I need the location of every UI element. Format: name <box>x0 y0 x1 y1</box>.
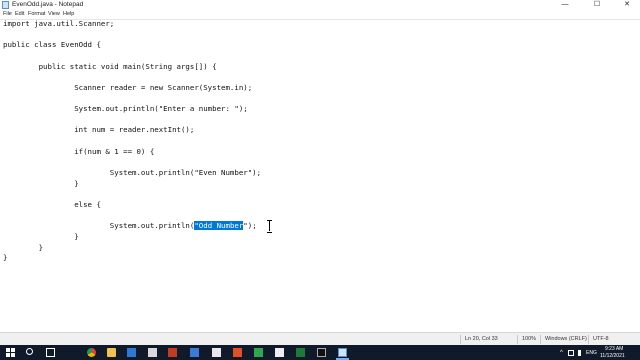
code-line-5: System.out.println("Enter a number: "); <box>3 104 248 113</box>
app-icon[interactable] <box>212 348 221 357</box>
menu-edit[interactable]: Edit <box>15 10 24 19</box>
menu-bar: File Edit Format View Help <box>0 10 640 19</box>
code-line-8: System.out.println("Even Number"); <box>3 168 262 177</box>
code-line-14: } <box>3 253 8 262</box>
clock-time[interactable]: 9:23 AM <box>605 346 623 352</box>
search-icon[interactable] <box>26 348 33 355</box>
file-explorer-icon[interactable] <box>107 348 116 357</box>
close-button[interactable]: ✕ <box>614 0 640 10</box>
menu-help[interactable]: Help <box>63 10 74 19</box>
text-cursor-icon <box>267 220 272 233</box>
menu-view[interactable]: View <box>48 10 60 19</box>
app-icon[interactable] <box>296 348 305 357</box>
maximize-button[interactable]: ☐ <box>584 0 610 10</box>
edge-icon[interactable] <box>127 348 136 357</box>
language-indicator[interactable]: ENG <box>586 350 597 356</box>
code-line-12: } <box>3 232 79 241</box>
terminal-icon[interactable] <box>317 348 326 357</box>
windows-start-icon[interactable] <box>6 348 15 357</box>
code-line-9: } <box>3 179 79 188</box>
title-bar: EvenOdd.java - Notepad — ☐ ✕ <box>0 0 640 10</box>
tray-chevron-icon[interactable]: ^ <box>560 350 563 356</box>
task-view-icon[interactable] <box>46 348 55 357</box>
code-line-11-prefix: System.out.println( <box>3 221 195 230</box>
taskbar: ^ ENG 9:23 AM 11/12/2021 <box>0 345 640 360</box>
selected-text[interactable]: "Odd Number <box>194 221 244 230</box>
app-icon[interactable] <box>190 348 199 357</box>
app-icon[interactable] <box>275 348 284 357</box>
app-icon[interactable] <box>168 348 177 357</box>
clock-date[interactable]: 11/12/2021 <box>600 353 625 359</box>
status-separator <box>517 335 518 344</box>
status-separator <box>460 335 461 344</box>
window-title: EvenOdd.java - Notepad <box>12 1 84 8</box>
code-line-11-suffix: "); <box>243 221 257 230</box>
app-icon[interactable] <box>254 348 263 357</box>
code-line-4: Scanner reader = new Scanner(System.in); <box>3 83 253 92</box>
code-line-10: else { <box>3 200 101 209</box>
volume-icon[interactable] <box>578 350 584 356</box>
network-icon[interactable] <box>568 350 574 356</box>
app-icon[interactable] <box>233 348 242 357</box>
status-separator <box>588 335 589 344</box>
minimize-button[interactable]: — <box>552 0 578 10</box>
code-line-11: System.out.println("Odd Number"); <box>3 221 257 231</box>
code-line-6: int num = reader.nextInt(); <box>3 125 195 134</box>
menu-file[interactable]: File <box>3 10 12 19</box>
code-line-13: } <box>3 243 44 252</box>
text-editor[interactable]: import java.util.Scanner; public class E… <box>0 19 640 332</box>
code-line-2: public class EvenOdd { <box>3 40 101 49</box>
notepad-app-icon <box>2 1 9 9</box>
code-line-7: if(num & 1 == 0) { <box>3 147 155 156</box>
chrome-icon[interactable] <box>87 348 96 357</box>
code-line-1: import java.util.Scanner; <box>3 19 115 28</box>
menu-format[interactable]: Format <box>28 10 45 19</box>
app-icon[interactable] <box>148 348 157 357</box>
notepad-taskbar-icon[interactable] <box>338 348 347 357</box>
status-separator <box>540 335 541 344</box>
status-bar: Ln 20, Col 33 100% Windows (CRLF) UTF-8 <box>0 332 640 345</box>
code-line-3: public static void main(String args[]) { <box>3 62 217 71</box>
